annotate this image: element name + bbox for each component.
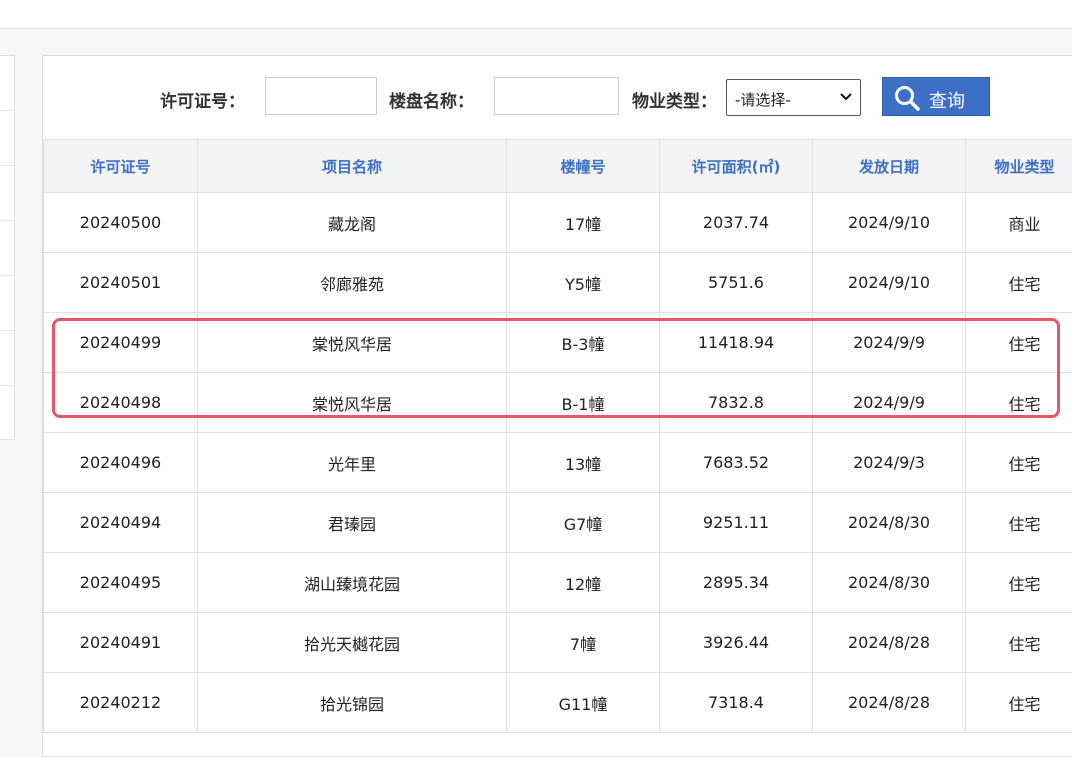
cell-issue-date: 2024/9/10: [813, 253, 966, 313]
table-row[interactable]: 20240500 藏龙阁 17幢 2037.74 2024/9/10 商业: [44, 193, 1072, 253]
project-name-input[interactable]: [494, 77, 619, 115]
cell-permit-number: 20240499: [44, 313, 198, 373]
cell-property-type: 住宅: [966, 493, 1072, 553]
cell-building: 17幢: [507, 193, 660, 253]
cell-issue-date: 2024/9/3: [813, 433, 966, 493]
left-panel-row[interactable]: [0, 166, 14, 221]
cell-area: 7318.4: [660, 673, 813, 733]
cell-permit-number: 20240498: [44, 373, 198, 433]
table-row[interactable]: 20240494 君瑧园 G7幢 9251.11 2024/8/30 住宅: [44, 493, 1072, 553]
cell-permit-number: 20240494: [44, 493, 198, 553]
cell-building: 7幢: [507, 613, 660, 673]
property-type-label: 物业类型：: [632, 87, 717, 112]
property-type-selected: -请选择-: [735, 89, 791, 110]
cell-area: 7683.52: [660, 433, 813, 493]
cell-property-type: 住宅: [966, 553, 1072, 613]
query-button-label: 查询: [929, 87, 965, 113]
cell-project-name: 拾光锦园: [198, 673, 507, 733]
cell-project-name: 光年里: [198, 433, 507, 493]
permit-number-label: 许可证号：: [160, 87, 245, 112]
cell-issue-date: 2024/8/28: [813, 673, 966, 733]
column-header-permit-number[interactable]: 许可证号: [44, 140, 198, 193]
cell-area: 2895.34: [660, 553, 813, 613]
cell-permit-number: 20240496: [44, 433, 198, 493]
table-row[interactable]: 20240498 棠悦风华居 B-1幢 7832.8 2024/9/9 住宅: [44, 373, 1072, 433]
cell-project-name: 棠悦风华居: [198, 313, 507, 373]
cell-project-name: 邻廊雅苑: [198, 253, 507, 313]
cell-property-type: 住宅: [966, 613, 1072, 673]
property-type-select[interactable]: -请选择-: [726, 79, 861, 116]
left-panel-row[interactable]: [0, 221, 14, 276]
cell-project-name: 棠悦风华居: [198, 373, 507, 433]
top-bar: [0, 0, 1072, 29]
cell-project-name: 湖山臻境花园: [198, 553, 507, 613]
table-row[interactable]: 20240501 邻廊雅苑 Y5幢 5751.6 2024/9/10 住宅: [44, 253, 1072, 313]
table-row[interactable]: 20240496 光年里 13幢 7683.52 2024/9/3 住宅: [44, 433, 1072, 493]
cell-issue-date: 2024/9/9: [813, 373, 966, 433]
cell-area: 7832.8: [660, 373, 813, 433]
cell-building: B-1幢: [507, 373, 660, 433]
cell-issue-date: 2024/9/9: [813, 313, 966, 373]
left-panel-row[interactable]: [0, 111, 14, 166]
left-panel: [0, 55, 15, 440]
cell-project-name: 拾光天樾花园: [198, 613, 507, 673]
cell-issue-date: 2024/9/10: [813, 193, 966, 253]
cell-area: 5751.6: [660, 253, 813, 313]
cell-property-type: 住宅: [966, 673, 1072, 733]
cell-property-type: 住宅: [966, 433, 1072, 493]
left-panel-row[interactable]: [0, 276, 14, 331]
column-header-issue-date[interactable]: 发放日期: [813, 140, 966, 193]
project-name-label: 楼盘名称：: [389, 87, 474, 112]
left-panel-row[interactable]: [0, 56, 14, 111]
cell-issue-date: 2024/8/28: [813, 613, 966, 673]
column-header-property-type[interactable]: 物业类型: [966, 140, 1072, 193]
cell-permit-number: 20240212: [44, 673, 198, 733]
table-row[interactable]: 20240499 棠悦风华居 B-3幢 11418.94 2024/9/9 住宅: [44, 313, 1072, 373]
cell-area: 3926.44: [660, 613, 813, 673]
cell-area: 11418.94: [660, 313, 813, 373]
cell-building: 12幢: [507, 553, 660, 613]
cell-building: G7幢: [507, 493, 660, 553]
column-header-building[interactable]: 楼幢号: [507, 140, 660, 193]
cell-project-name: 藏龙阁: [198, 193, 507, 253]
cell-property-type: 住宅: [966, 253, 1072, 313]
cell-issue-date: 2024/8/30: [813, 493, 966, 553]
cell-permit-number: 20240501: [44, 253, 198, 313]
cell-building: B-3幢: [507, 313, 660, 373]
cell-building: 13幢: [507, 433, 660, 493]
cell-permit-number: 20240500: [44, 193, 198, 253]
query-button[interactable]: 查询: [882, 77, 990, 116]
permit-number-input[interactable]: [265, 77, 377, 115]
table-row[interactable]: 20240212 拾光锦园 G11幢 7318.4 2024/8/28 住宅: [44, 673, 1072, 733]
cell-property-type: 住宅: [966, 313, 1072, 373]
cell-building: Y5幢: [507, 253, 660, 313]
search-bar: 许可证号： 楼盘名称： 物业类型： -请选择- 查询: [43, 56, 1072, 139]
cell-property-type: 商业: [966, 193, 1072, 253]
cell-property-type: 住宅: [966, 373, 1072, 433]
table-header: 许可证号 项目名称 楼幢号 许可面积(㎡) 发放日期 物业类型: [44, 140, 1072, 193]
permit-panel: 许可证号： 楼盘名称： 物业类型： -请选择- 查询 许可证号 项目名称: [42, 55, 1072, 757]
cell-project-name: 君瑧园: [198, 493, 507, 553]
cell-area: 9251.11: [660, 493, 813, 553]
left-panel-row[interactable]: [0, 331, 14, 386]
chevron-down-icon: [840, 92, 852, 102]
table-row[interactable]: 20240495 湖山臻境花园 12幢 2895.34 2024/8/30 住宅: [44, 553, 1072, 613]
permit-table: 许可证号 项目名称 楼幢号 许可面积(㎡) 发放日期 物业类型 20240500…: [43, 139, 1072, 733]
cell-area: 2037.74: [660, 193, 813, 253]
table-row[interactable]: 20240491 拾光天樾花园 7幢 3926.44 2024/8/28 住宅: [44, 613, 1072, 673]
search-icon: [894, 85, 920, 111]
cell-issue-date: 2024/8/30: [813, 553, 966, 613]
column-header-area[interactable]: 许可面积(㎡): [660, 140, 813, 193]
cell-permit-number: 20240495: [44, 553, 198, 613]
cell-building: G11幢: [507, 673, 660, 733]
column-header-project-name[interactable]: 项目名称: [198, 140, 507, 193]
cell-permit-number: 20240491: [44, 613, 198, 673]
